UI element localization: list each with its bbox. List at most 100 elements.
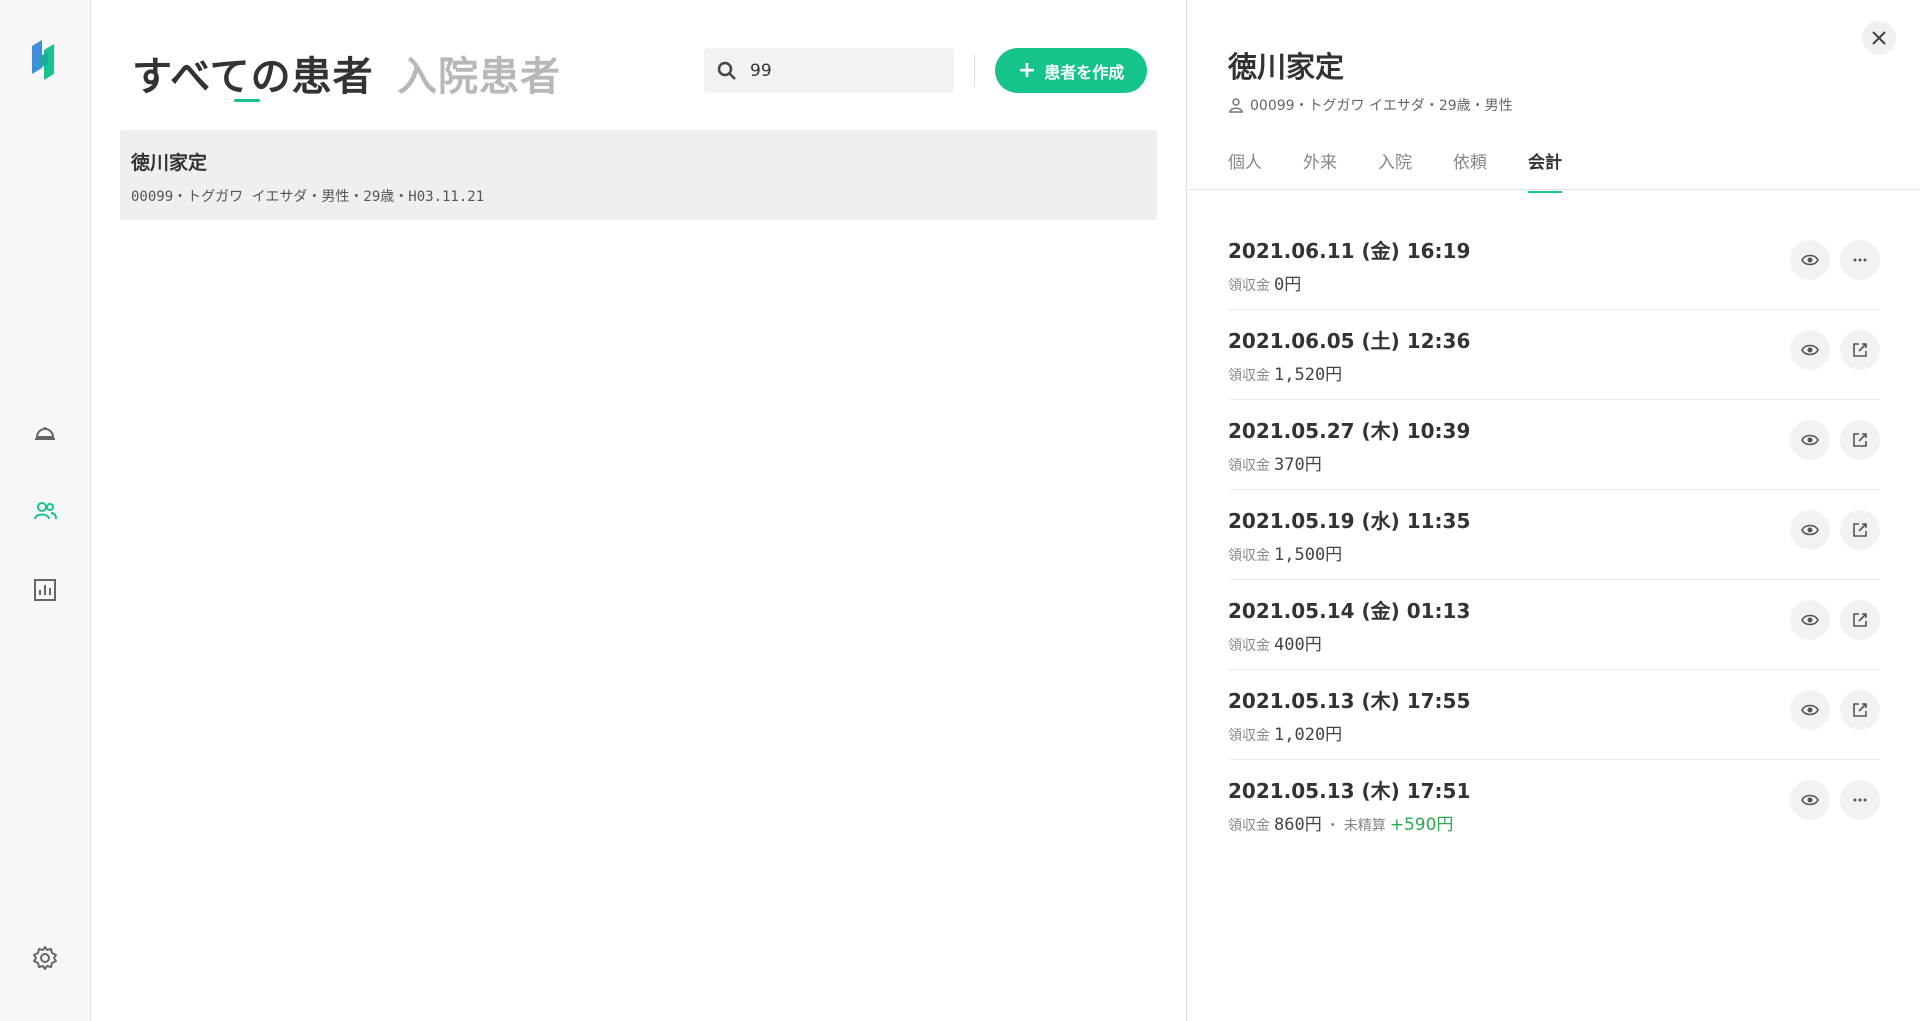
- receipt-amount: 1,520円: [1274, 365, 1343, 385]
- app-logo[interactable]: [30, 38, 60, 80]
- billing-row: 2021.05.13 (木) 17:55 領収金 1,020円: [1228, 670, 1880, 760]
- view-button[interactable]: [1790, 690, 1830, 730]
- receipt-label: 領収金: [1228, 458, 1270, 474]
- more-button[interactable]: [1840, 780, 1880, 820]
- close-icon: [1872, 31, 1886, 45]
- view-button[interactable]: [1790, 510, 1830, 550]
- billing-row: 2021.05.13 (木) 17:51 領収金 860円 ・ 未精算 +590…: [1228, 760, 1880, 850]
- billing-row: 2021.06.11 (金) 16:19 領収金 0円: [1228, 220, 1880, 310]
- tab-personal[interactable]: 個人: [1228, 148, 1262, 193]
- detail-meta-text: 00099・トグガワ イエサダ・29歳・男性: [1250, 98, 1513, 114]
- plus-icon: +: [1017, 57, 1037, 83]
- detail-patient-name: 徳川家定: [1228, 50, 1345, 84]
- open-external-button[interactable]: [1840, 330, 1880, 370]
- patient-list-panel: すべての患者 入院患者 + 患者を作成 徳川家定 00099・トグガワ イエサダ…: [91, 0, 1187, 1021]
- patient-list-item[interactable]: 徳川家定 00099・トグガワ イエサダ・男性・29歳・H03.11.21: [120, 130, 1157, 220]
- billing-date: 2021.05.13 (木) 17:55: [1228, 689, 1471, 713]
- receipt-label: 領収金: [1228, 728, 1270, 744]
- receipt-amount: 0円: [1274, 275, 1302, 295]
- person-icon: [1229, 98, 1243, 113]
- eye-icon: [1801, 794, 1819, 806]
- open-external-button[interactable]: [1840, 510, 1880, 550]
- toolbar-divider: [974, 54, 975, 86]
- billing-list: 2021.06.11 (金) 16:19 領収金 0円 2021.06.05 (…: [1228, 220, 1880, 850]
- billing-row: 2021.05.27 (木) 10:39 領収金 370円: [1228, 400, 1880, 490]
- billing-date: 2021.05.14 (金) 01:13: [1228, 599, 1471, 623]
- pending-label: 未精算: [1343, 818, 1386, 834]
- detail-patient-meta: 00099・トグガワ イエサダ・29歳・男性: [1228, 95, 1513, 115]
- open-external-icon: [1853, 703, 1867, 717]
- eye-icon: [1801, 254, 1819, 266]
- receipt-amount: 1,500円: [1274, 545, 1343, 565]
- billing-amount-line: 領収金 860円 ・ 未精算 +590円: [1228, 810, 1453, 835]
- more-icon: [1853, 798, 1867, 802]
- eye-icon: [1801, 614, 1819, 626]
- open-external-button[interactable]: [1840, 690, 1880, 730]
- billing-date: 2021.05.19 (水) 11:35: [1228, 509, 1471, 533]
- search-box[interactable]: [704, 48, 954, 93]
- active-tab-indicator: [234, 99, 260, 102]
- eye-icon: [1801, 434, 1819, 446]
- settings-gear-icon[interactable]: [27, 940, 63, 976]
- tab-billing[interactable]: 会計: [1528, 148, 1562, 193]
- pending-amount: +590円: [1389, 815, 1454, 835]
- receipt-label: 領収金: [1228, 818, 1270, 834]
- receipt-amount: 1,020円: [1274, 725, 1343, 745]
- open-external-button[interactable]: [1840, 600, 1880, 640]
- search-input[interactable]: [750, 60, 940, 81]
- open-external-icon: [1853, 433, 1867, 447]
- view-button[interactable]: [1790, 330, 1830, 370]
- patient-info: 00099・トグガワ イエサダ・男性・29歳・H03.11.21: [131, 189, 485, 205]
- receipt-amount: 860円: [1274, 815, 1322, 835]
- open-external-button[interactable]: [1840, 420, 1880, 460]
- tab-requests[interactable]: 依頼: [1453, 148, 1487, 193]
- billing-amount-line: 領収金 0円: [1228, 270, 1301, 295]
- receipt-label: 領収金: [1228, 548, 1270, 564]
- open-external-icon: [1853, 523, 1867, 537]
- billing-row: 2021.05.14 (金) 01:13 領収金 400円: [1228, 580, 1880, 670]
- more-icon: [1853, 258, 1867, 262]
- view-button[interactable]: [1790, 240, 1830, 280]
- billing-amount-line: 領収金 1,500円: [1228, 540, 1342, 565]
- tab-all-patients[interactable]: すべての患者: [132, 44, 374, 102]
- view-button[interactable]: [1790, 600, 1830, 640]
- open-external-icon: [1853, 343, 1867, 357]
- eye-icon: [1801, 344, 1819, 356]
- patient-detail-panel: 徳川家定 00099・トグガワ イエサダ・29歳・男性 個人 外来 入院 依頼 …: [1188, 0, 1920, 1021]
- reception-bell-icon[interactable]: [27, 414, 63, 450]
- billing-amount-line: 領収金 370円: [1228, 450, 1322, 475]
- receipt-amount: 400円: [1274, 635, 1322, 655]
- receipt-label: 領収金: [1228, 368, 1270, 384]
- eye-icon: [1801, 524, 1819, 536]
- billing-row: 2021.06.05 (土) 12:36 領収金 1,520円: [1228, 310, 1880, 400]
- billing-date: 2021.05.27 (木) 10:39: [1228, 419, 1471, 443]
- view-button[interactable]: [1790, 420, 1830, 460]
- patient-name: 徳川家定: [131, 152, 208, 174]
- tab-inpatient[interactable]: 入院: [1378, 148, 1412, 193]
- create-patient-button[interactable]: + 患者を作成: [995, 48, 1147, 93]
- more-button[interactable]: [1840, 240, 1880, 280]
- billing-row: 2021.05.19 (水) 11:35 領収金 1,500円: [1228, 490, 1880, 580]
- tabs-divider: [1188, 189, 1920, 190]
- close-button[interactable]: [1862, 21, 1896, 55]
- billing-date: 2021.05.13 (木) 17:51: [1228, 779, 1471, 803]
- billing-amount-line: 領収金 1,520円: [1228, 360, 1342, 385]
- separator-dot: ・: [1325, 818, 1340, 834]
- detail-tabs: 個人 外来 入院 依頼 会計: [1228, 148, 1603, 193]
- billing-amount-line: 領収金 400円: [1228, 630, 1322, 655]
- receipt-label: 領収金: [1228, 638, 1270, 654]
- open-external-icon: [1853, 613, 1867, 627]
- tab-outpatient[interactable]: 外来: [1303, 148, 1337, 193]
- billing-date: 2021.06.11 (金) 16:19: [1228, 239, 1471, 263]
- billing-amount-line: 領収金 1,020円: [1228, 720, 1342, 745]
- billing-date: 2021.06.05 (土) 12:36: [1228, 329, 1471, 353]
- tab-inpatients[interactable]: 入院患者: [397, 44, 561, 102]
- view-button[interactable]: [1790, 780, 1830, 820]
- receipt-amount: 370円: [1274, 455, 1322, 475]
- patients-icon[interactable]: [27, 493, 63, 529]
- statistics-chart-icon[interactable]: [27, 572, 63, 608]
- sidebar: [0, 0, 91, 1021]
- receipt-label: 領収金: [1228, 278, 1270, 294]
- eye-icon: [1801, 704, 1819, 716]
- search-icon: [717, 61, 736, 80]
